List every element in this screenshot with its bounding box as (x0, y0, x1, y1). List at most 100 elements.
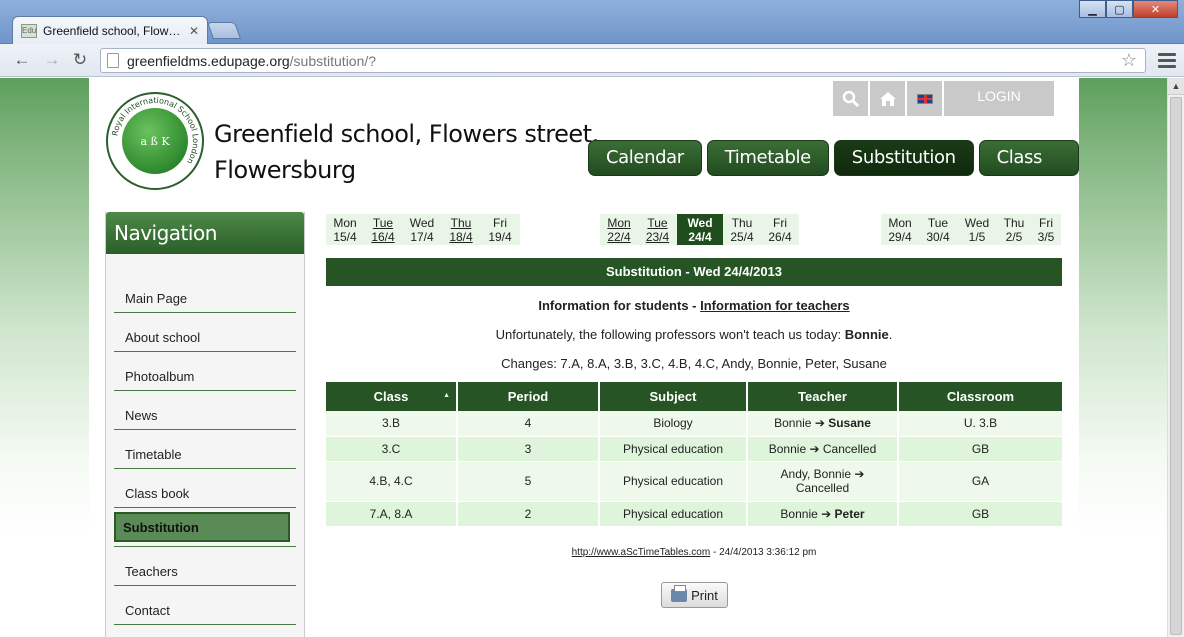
absent-teachers-line: Unfortunately, the following professors … (326, 327, 1062, 342)
arrow-right-icon: ➔ (814, 416, 825, 431)
sidebar-item-photoalbum[interactable]: Photoalbum (114, 352, 296, 391)
column-header-classroom[interactable]: Classroom (898, 382, 1062, 411)
print-label: Print (691, 587, 718, 603)
top-icon-bar (833, 81, 942, 116)
week-selector-next: Mon 29/4 Tue 30/4 Wed 1/5 Thu 2/5 Fri 3/5 (881, 214, 1061, 245)
cell-classroom: GB (898, 501, 1062, 527)
nav-calendar[interactable]: Calendar (588, 140, 702, 176)
table-row: 3.C 3 Physical education Bonnie ➔ Cancel… (326, 436, 1062, 462)
close-icon[interactable]: ✕ (189, 24, 199, 38)
window-close-button[interactable]: ✕ (1133, 0, 1178, 18)
reload-icon[interactable]: ↻ (68, 49, 92, 71)
sidebar-item-about-school[interactable]: About school (114, 313, 296, 352)
page-title: Greenfield school, Flowers street, Flowe… (214, 116, 599, 188)
cell-subject: Biology (599, 411, 748, 437)
cell-subject: Physical education (599, 461, 748, 502)
page-container: Royal International School London a ß K … (89, 78, 1079, 637)
sidebar-item-teachers[interactable]: Teachers (114, 547, 296, 586)
day-cell: Mon 29/4 (881, 214, 919, 245)
page-viewport: Royal International School London a ß K … (0, 78, 1167, 637)
arrow-right-icon: ➔ (809, 441, 820, 456)
address-bar[interactable]: greenfieldms.edupage.org/substitution/? … (100, 48, 1146, 73)
cell-class: 3.B (326, 411, 458, 437)
day-cell: Wed 17/4 (402, 214, 442, 245)
column-header-teacher[interactable]: Teacher (747, 382, 899, 411)
sidebar-item-label: News (125, 408, 158, 423)
absent-names: Bonnie (844, 327, 889, 342)
search-icon[interactable] (833, 81, 868, 116)
nav-substitution[interactable]: Substitution (833, 140, 974, 176)
browser-menu-icon[interactable] (1158, 50, 1176, 70)
generated-timestamp: - 24/4/2013 3:36:12 pm (710, 546, 817, 558)
generator-footer: http://www.aScTimeTables.com - 24/4/2013… (326, 547, 1062, 558)
sidebar-item-label: Class book (125, 486, 190, 501)
sidebar-list: Main Page About school Photoalbum News T… (106, 254, 304, 625)
day-link[interactable]: Thu 18/4 (442, 214, 480, 245)
day-link[interactable]: Mon 22/4 (600, 214, 638, 245)
vertical-scrollbar[interactable]: ▲ (1167, 78, 1184, 637)
asc-timetables-link[interactable]: http://www.aScTimeTables.com (572, 547, 711, 558)
sidebar-item-timetable[interactable]: Timetable (114, 430, 296, 469)
day-link[interactable]: Tue 23/4 (638, 214, 677, 245)
school-logo[interactable]: Royal International School London a ß K (106, 92, 204, 190)
minimize-button[interactable]: ▁ (1079, 0, 1106, 18)
day-cell: Fri 3/5 (1031, 214, 1061, 245)
week-selector-current: Mon 22/4 Tue 23/4 Wed 24/4 Thu 25/4 Fri 26/4 (600, 214, 799, 245)
day-cell: Thu 2/5 (997, 214, 1031, 245)
main-navigation: Calendar Timetable Substitution Class bo… (588, 140, 1079, 202)
browser-titlebar: Edu Greenfield school, Flowers st ✕ ▁ ▢ … (0, 0, 1184, 44)
arrow-right-icon: ➔ (821, 506, 832, 521)
login-button[interactable]: LOGIN (944, 81, 1054, 116)
forward-arrow-icon[interactable]: → (40, 49, 64, 71)
day-cell: Fri 19/4 (480, 214, 520, 245)
substitution-content: Substitution - Wed 24/4/2013 Information… (326, 258, 1062, 608)
cell-class: 7.A, 8.A (326, 501, 458, 527)
new-tab-button[interactable] (206, 22, 242, 39)
week-selector-prev: Mon 15/4 Tue 16/4 Wed 17/4 Thu 18/4 Fri 19/4 (326, 214, 520, 245)
sidebar-item-substitution[interactable]: Substitution (114, 508, 296, 547)
cell-teacher: Andy, Bonnie ➔ Cancelled (747, 461, 899, 502)
sidebar-item-label: Contact (125, 603, 170, 618)
sort-arrow-icon: ▲ (443, 392, 450, 399)
sidebar-item-class-book[interactable]: Class book (114, 469, 296, 508)
page-icon (107, 53, 119, 68)
sidebar-item-label: Substitution (114, 512, 290, 542)
info-teachers-link[interactable]: Information for teachers (700, 298, 850, 313)
substitution-table: Class ▲ Period Subject Teacher Classroom … (326, 382, 1062, 527)
scroll-thumb[interactable] (1170, 97, 1182, 635)
sidebar-item-contact[interactable]: Contact (114, 586, 296, 625)
sidebar-item-main-page[interactable]: Main Page (114, 274, 296, 313)
nav-timetable[interactable]: Timetable (706, 140, 829, 176)
sidebar-title: Navigation (106, 212, 304, 254)
changes-line: Changes: 7.A, 8.A, 3.B, 3.C, 4.B, 4.C, A… (501, 356, 887, 371)
table-row: 7.A, 8.A 2 Physical education Bonnie ➔ P… (326, 501, 1062, 527)
cell-teacher: Bonnie ➔ Peter (747, 501, 899, 527)
sidebar-item-label: About school (125, 330, 201, 345)
logo-text: Royal International School London (110, 96, 200, 166)
cell-subject: Physical education (599, 501, 748, 527)
nav-class-book[interactable]: Class book (978, 140, 1079, 202)
back-arrow-icon[interactable]: ← (10, 49, 34, 71)
browser-tab[interactable]: Edu Greenfield school, Flowers st ✕ (12, 16, 208, 44)
day-link[interactable]: Tue 16/4 (364, 214, 402, 245)
column-header-class[interactable]: Class ▲ (326, 382, 458, 411)
browser-toolbar: ← → ↻ greenfieldms.edupage.org/substitut… (0, 44, 1184, 77)
bookmark-star-icon[interactable]: ☆ (1121, 50, 1137, 71)
info-separator: - (688, 298, 701, 313)
maximize-button[interactable]: ▢ (1106, 0, 1133, 18)
cell-period: 5 (457, 461, 600, 502)
cell-classroom: U. 3.B (898, 411, 1062, 437)
printer-icon (671, 584, 688, 602)
svg-text:Royal International School Lon: Royal International School London (110, 96, 200, 166)
column-header-period[interactable]: Period (457, 382, 600, 411)
print-button[interactable]: Print (661, 582, 728, 608)
home-icon[interactable] (870, 81, 905, 116)
info-students-label: Information for students (538, 298, 689, 313)
uk-flag-icon[interactable] (907, 81, 942, 116)
column-header-subject[interactable]: Subject (599, 382, 748, 411)
sidebar-item-news[interactable]: News (114, 391, 296, 430)
cell-subject: Physical education (599, 436, 748, 462)
substitution-banner: Substitution - Wed 24/4/2013 (326, 258, 1062, 286)
scroll-up-arrow-icon[interactable]: ▲ (1168, 78, 1184, 95)
info-line: Information for students - Information f… (326, 298, 1062, 313)
